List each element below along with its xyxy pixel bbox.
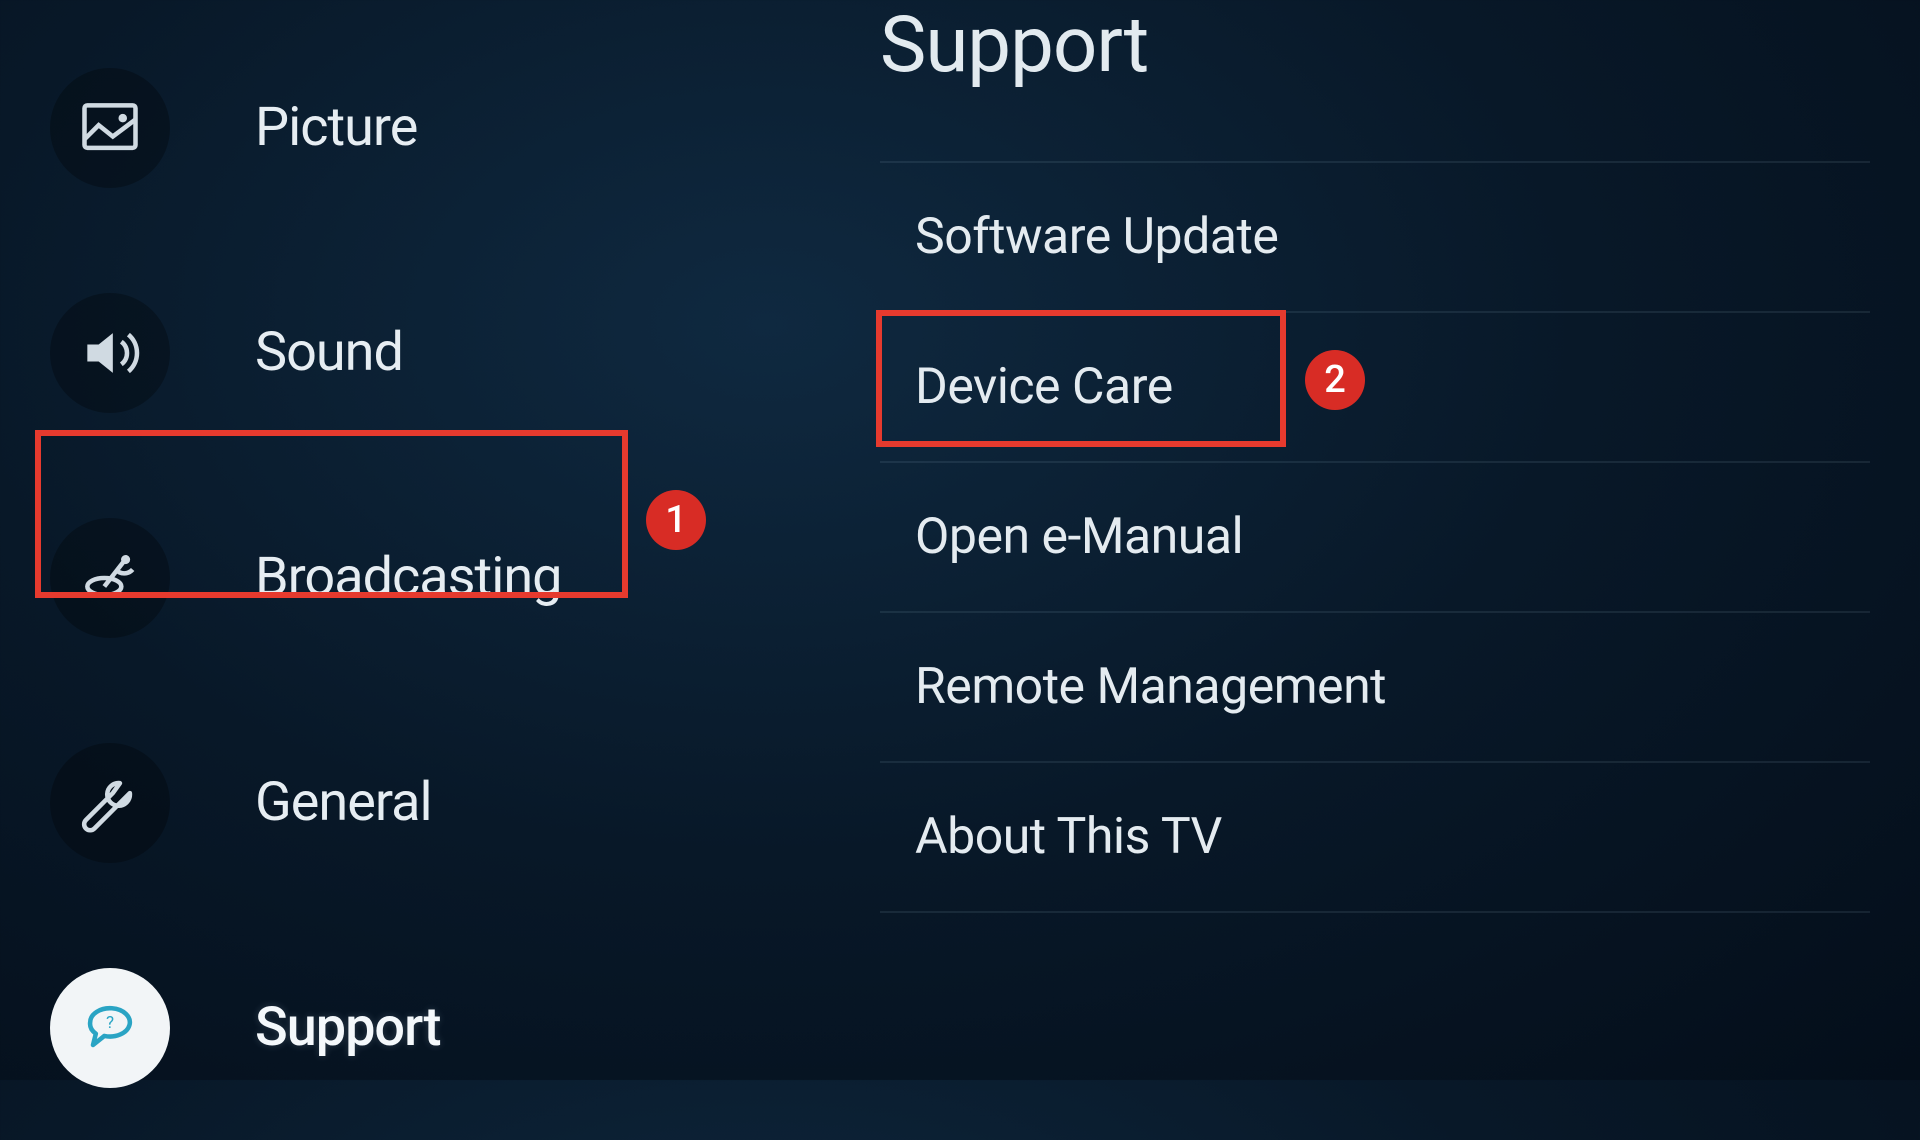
sidebar-label-sound: Sound [255,321,403,384]
broadcast-icon [50,518,170,638]
sidebar-item-support[interactable]: ? Support [30,915,860,1140]
sidebar-item-general[interactable]: General [30,690,860,915]
content-item-remote-management[interactable]: Remote Management [880,613,1870,763]
sidebar-item-broadcasting[interactable]: Broadcasting [30,465,860,690]
sidebar: Picture Sound Broadcasting [0,0,860,1080]
content-item-software-update[interactable]: Software Update [880,163,1870,313]
sound-icon [50,293,170,413]
sidebar-item-sound[interactable]: Sound [30,240,860,465]
content-item-open-e-manual[interactable]: Open e-Manual [880,463,1870,613]
sidebar-label-support: Support [255,996,440,1059]
sidebar-item-picture[interactable]: Picture [30,15,860,240]
sidebar-label-general: General [255,771,432,834]
svg-text:?: ? [106,1013,114,1033]
content-list: Software Update Device Care Open e-Manua… [880,161,1870,913]
picture-icon [50,68,170,188]
sidebar-label-broadcasting: Broadcasting [255,546,562,609]
content-item-about-this-tv[interactable]: About This TV [880,763,1870,913]
content-item-device-care[interactable]: Device Care [880,313,1870,463]
wrench-icon [50,743,170,863]
content-title: Support [880,0,1870,91]
content-panel: Support Software Update Device Care Open… [860,0,1920,1080]
sidebar-label-picture: Picture [255,96,417,159]
support-icon: ? [50,968,170,1088]
